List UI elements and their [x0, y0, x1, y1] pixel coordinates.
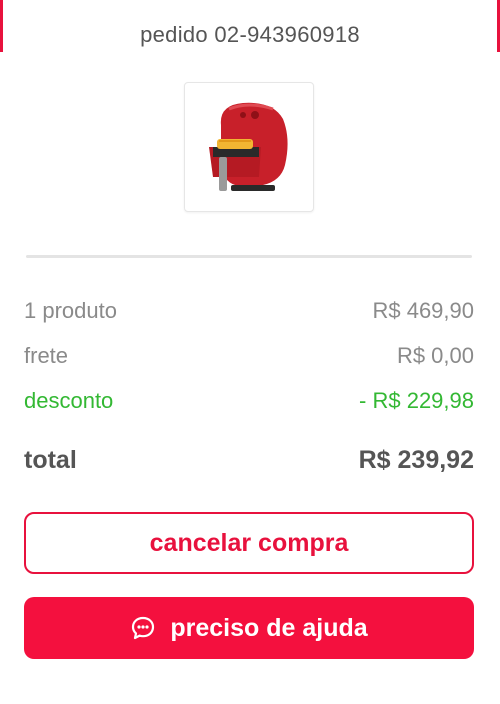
divider	[26, 255, 472, 258]
chat-bubble-icon	[130, 615, 156, 641]
summary-shipping-row: frete R$ 0,00	[24, 341, 474, 371]
summary-items-row: 1 produto R$ 469,90	[24, 296, 474, 326]
total-value: R$ 239,92	[358, 445, 474, 474]
cancel-purchase-button[interactable]: cancelar compra	[24, 512, 474, 574]
total-label: total	[24, 445, 77, 474]
order-number: pedido 02-943960918	[140, 22, 360, 47]
items-label: 1 produto	[24, 298, 117, 323]
cancel-purchase-label: cancelar compra	[149, 528, 349, 557]
summary-total-row: total R$ 239,92	[24, 445, 474, 475]
summary-discount-row: desconto - R$ 229,98	[24, 386, 474, 416]
items-value: R$ 469,90	[372, 298, 474, 323]
discount-label: desconto	[24, 388, 114, 413]
shipping-value: R$ 0,00	[396, 343, 474, 368]
air-fryer-image	[209, 102, 288, 191]
help-button[interactable]: preciso de ajuda	[24, 597, 474, 659]
shipping-label: frete	[24, 343, 69, 368]
discount-value: - R$ 229,98	[359, 388, 474, 413]
help-label: preciso de ajuda	[170, 613, 368, 642]
product-thumbnail[interactable]	[184, 82, 314, 212]
